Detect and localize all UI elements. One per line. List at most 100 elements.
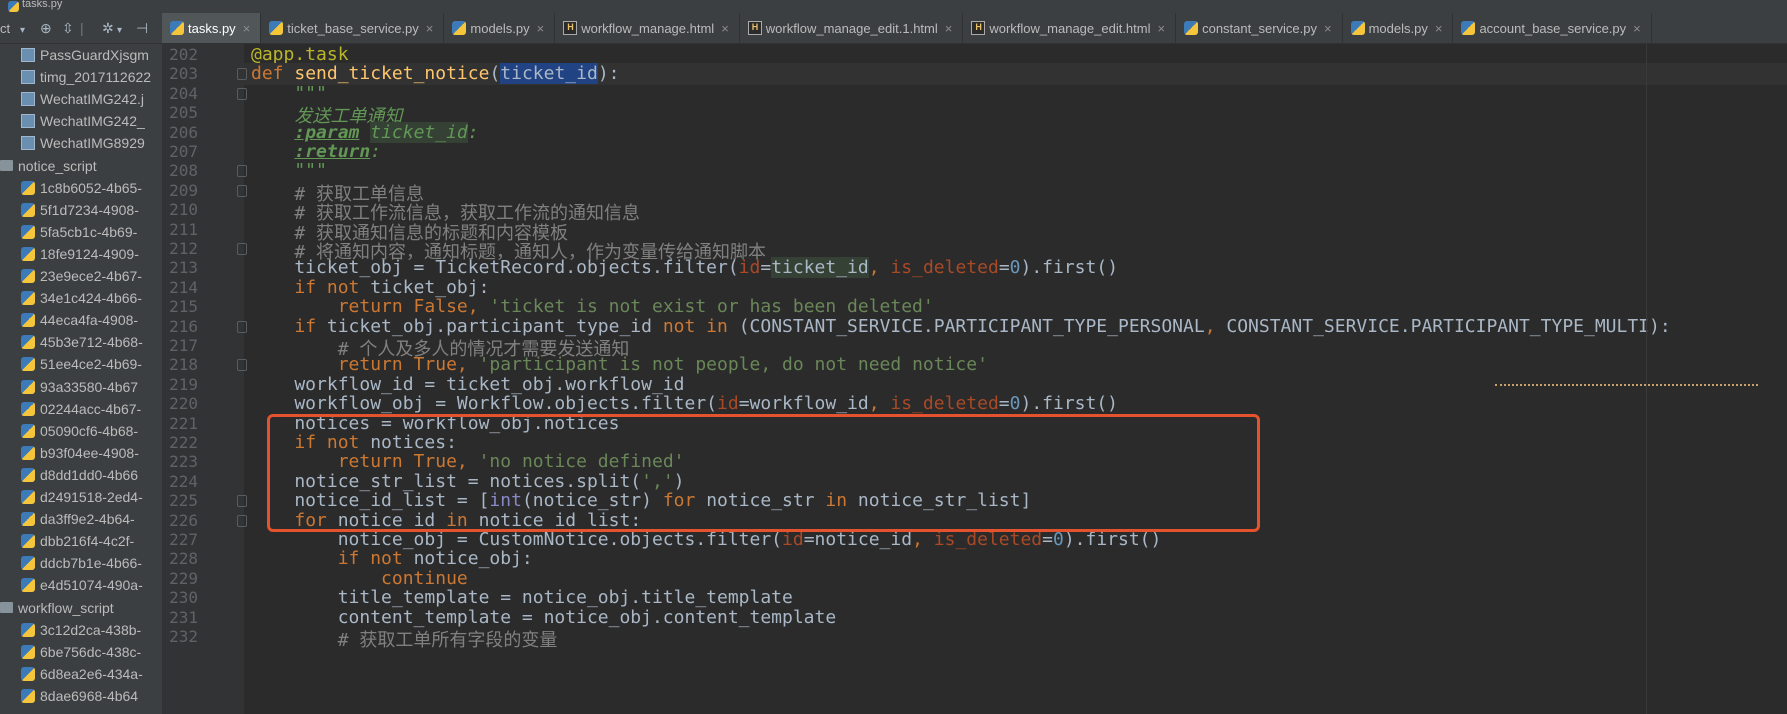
tree-file[interactable]: 34e1c424-4b66- xyxy=(21,287,142,309)
fold-marker-icon[interactable] xyxy=(237,495,247,508)
fold-marker-icon[interactable] xyxy=(237,165,247,178)
tree-item-label: 23e9ece2-4b67- xyxy=(40,268,142,284)
close-icon[interactable]: × xyxy=(1633,21,1641,36)
fold-marker-icon[interactable] xyxy=(237,68,247,81)
python-file-icon xyxy=(21,357,35,372)
tree-file[interactable]: WechatIMG8929 xyxy=(21,132,145,154)
python-file-icon xyxy=(1350,21,1365,35)
tree-file[interactable]: 18fe9124-4909- xyxy=(21,243,139,265)
tree-folder[interactable]: notice_script xyxy=(0,155,97,177)
fold-marker-icon[interactable] xyxy=(237,320,247,333)
tree-file[interactable]: 23e9ece2-4b67- xyxy=(21,265,142,287)
tree-file[interactable]: ddcb7b1e-4b66- xyxy=(21,552,142,574)
tree-file[interactable]: d8dd1dd0-4b66 xyxy=(21,464,138,486)
tab-label: workflow_manage.html xyxy=(581,20,715,36)
tab-workflow-manage-edit-1-html[interactable]: workflow_manage_edit.1.html × xyxy=(740,13,964,43)
code-token: ticket_id xyxy=(370,121,468,143)
tree-file[interactable]: 05090cf6-4b68- xyxy=(21,420,138,442)
fold-marker-icon[interactable] xyxy=(237,184,247,197)
tree-file[interactable]: 6be756dc-438c- xyxy=(21,641,141,663)
tree-file[interactable]: da3ff9e2-4b64- xyxy=(21,508,135,530)
project-label[interactable]: ct xyxy=(0,21,10,36)
code-token: = xyxy=(998,393,1010,415)
python-file-icon xyxy=(21,335,35,350)
tab-models-py[interactable]: models.py × xyxy=(444,13,556,43)
tree-item-label: WechatIMG8929 xyxy=(40,135,145,152)
chevron-down-icon[interactable]: ▾ xyxy=(20,23,25,39)
html-file-icon xyxy=(747,21,762,35)
tab-account-base-service-py[interactable]: account_base_service.py × xyxy=(1453,13,1652,43)
code-token: :return xyxy=(294,141,371,162)
tree-file[interactable]: 3c12d2ca-438b- xyxy=(21,619,141,641)
collapse-icon[interactable]: ⇳ xyxy=(62,20,74,36)
tab-tasks-py[interactable]: tasks.py × xyxy=(162,13,262,43)
chevron-down-icon[interactable]: ▾ xyxy=(117,23,122,39)
close-icon[interactable]: × xyxy=(1435,21,1443,36)
tree-item-label: d2491518-2ed4- xyxy=(40,489,143,505)
tree-file[interactable]: dbb216f4-4c2f- xyxy=(21,530,134,552)
project-panel-header: ct ▾ ⊕ ⇳ | ✲ ▾ ⊣ xyxy=(0,13,163,43)
code-token: notices: xyxy=(370,432,457,453)
tab-workflow-manage-html[interactable]: workflow_manage.html × xyxy=(555,13,740,43)
tree-item-label: dbb216f4-4c2f- xyxy=(40,533,135,550)
python-file-icon xyxy=(21,644,35,659)
python-file-icon xyxy=(269,21,284,35)
tree-folder[interactable]: workflow_script xyxy=(0,597,114,619)
code-token: ): xyxy=(597,63,620,85)
code-token: id xyxy=(717,393,739,415)
fold-marker-icon[interactable] xyxy=(237,514,247,527)
tab-ticket-base-service-py[interactable]: ticket_base_service.py × xyxy=(261,13,445,43)
close-icon[interactable]: × xyxy=(945,21,953,36)
tree-file[interactable]: 51ee4ce2-4b69- xyxy=(21,353,142,375)
target-icon[interactable]: ⊕ xyxy=(40,20,52,36)
pin-icon[interactable]: ⊣ xyxy=(136,20,148,36)
gear-icon[interactable]: ✲ xyxy=(102,20,114,36)
tab-constant-service-py[interactable]: constant_service.py × xyxy=(1176,13,1343,43)
code-token: notice_str_list = notices.split( xyxy=(251,470,642,492)
code-token: ticket_id xyxy=(771,257,869,279)
close-icon[interactable]: × xyxy=(537,21,545,36)
tree-file[interactable]: 02244acc-4b67- xyxy=(21,398,141,420)
code-token: workflow_id = ticket_obj.workflow_id xyxy=(251,373,685,395)
fold-marker-icon[interactable] xyxy=(237,243,247,255)
tree-file[interactable]: 5f1d7234-4908- xyxy=(21,199,139,221)
tree-file[interactable]: PassGuardXjsgm xyxy=(21,44,149,66)
fold-marker-icon[interactable] xyxy=(237,359,247,372)
code-token: =notice_id xyxy=(803,529,913,550)
tree-item-label: 5f1d7234-4908- xyxy=(40,201,139,218)
code-token: return False, xyxy=(337,296,490,318)
tree-file[interactable]: d2491518-2ed4- xyxy=(21,486,143,508)
close-icon[interactable]: × xyxy=(1324,21,1332,36)
close-icon[interactable]: × xyxy=(426,21,434,36)
tree-file[interactable]: e4d51074-490a- xyxy=(21,574,143,596)
tree-file[interactable]: 44eca4fa-4908- xyxy=(21,309,138,331)
tab-label: tasks.py xyxy=(188,20,236,36)
tab-workflow-manage-edit-html[interactable]: workflow_manage_edit.html × xyxy=(963,13,1177,43)
tree-file[interactable]: b93f04ee-4908- xyxy=(21,442,139,464)
python-file-icon xyxy=(21,224,35,239)
window-titlebar: tasks.py xyxy=(0,0,1787,13)
tree-item-label: WechatIMG242_ xyxy=(40,113,145,130)
close-icon[interactable]: × xyxy=(721,21,729,36)
code-token: ).first() xyxy=(1063,529,1162,550)
close-icon[interactable]: × xyxy=(243,21,251,36)
tree-file[interactable]: 8dae6968-4b64 xyxy=(21,685,138,707)
tree-file[interactable]: WechatIMG242_ xyxy=(21,110,145,132)
python-file-icon xyxy=(21,534,35,549)
code-token: int xyxy=(489,490,522,512)
tree-item-label: 51ee4ce2-4b69- xyxy=(40,356,142,373)
code-editor[interactable]: @app.task def send_ticket_notice(ticket_i… xyxy=(244,44,1787,714)
tree-file[interactable]: WechatIMG242.j xyxy=(21,88,144,110)
tree-file[interactable]: 6d8ea2e6-434a- xyxy=(21,663,143,685)
close-icon[interactable]: × xyxy=(1158,21,1166,36)
tree-file[interactable]: 45b3e712-4b68- xyxy=(21,331,143,353)
tree-file[interactable]: timg_2017112622 xyxy=(21,66,151,88)
fold-marker-icon[interactable] xyxy=(237,87,247,100)
tree-file[interactable]: 5fa5cb1c-4b69- xyxy=(21,221,137,243)
tree-item-label: 8dae6968-4b64 xyxy=(40,687,139,704)
code-token: notice_id xyxy=(337,509,447,531)
tree-file[interactable]: 1c8b6052-4b65- xyxy=(21,177,142,199)
tree-file[interactable]: 93a33580-4b67 xyxy=(21,376,138,398)
tab-models-py[interactable]: models.py × xyxy=(1343,13,1454,43)
